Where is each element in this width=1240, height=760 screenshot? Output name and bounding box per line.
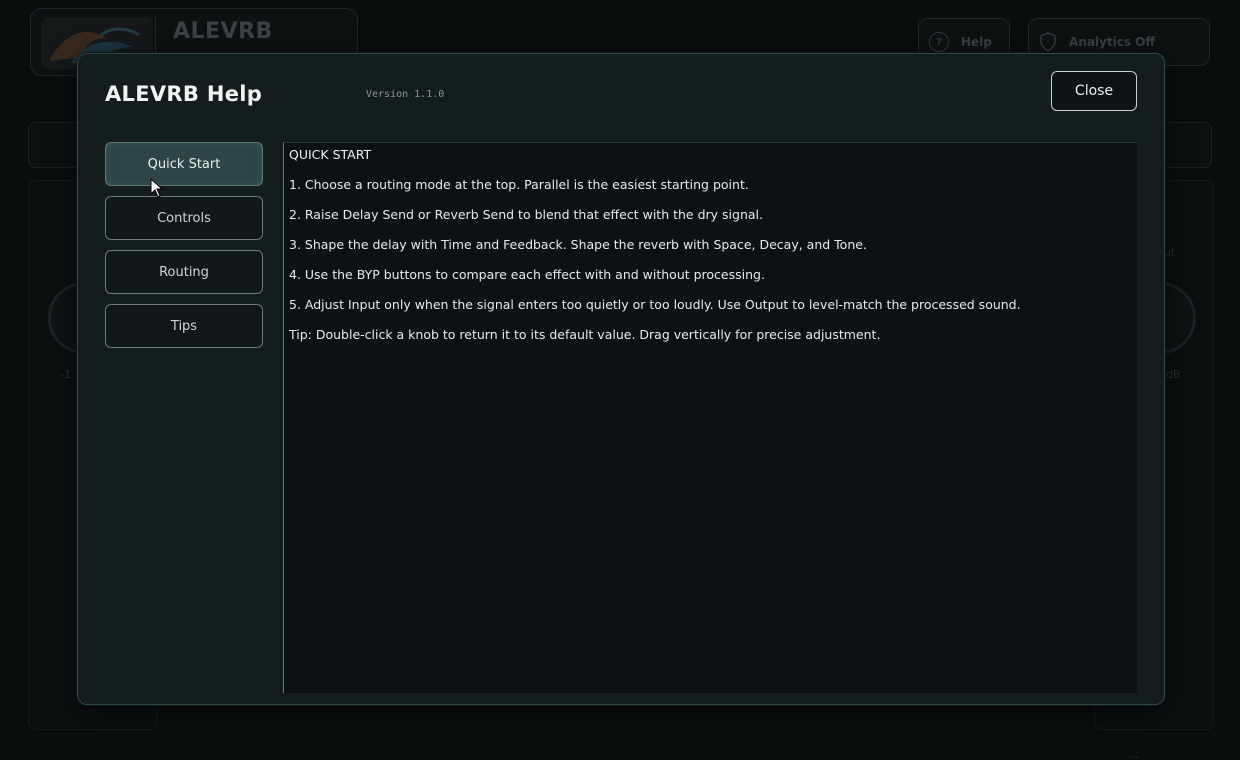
output-readout: dB (1166, 368, 1181, 381)
content-line: 3. Shape the delay with Time and Feedbac… (289, 237, 867, 252)
content-line: 1. Choose a routing mode at the top. Par… (289, 177, 749, 192)
dialog-title: ALEVRB Help (105, 82, 263, 106)
app-root: ALEVRB ? Help Analytics Off -1 dB ut ...… (0, 0, 1240, 760)
input-readout: -1 (60, 368, 71, 381)
help-content[interactable]: QUICK START 1. Choose a routing mode at … (283, 142, 1137, 693)
content-line: 2. Raise Delay Send or Reverb Send to bl… (289, 207, 763, 222)
nav-routing[interactable]: Routing (105, 250, 263, 294)
close-button[interactable]: Close (1051, 71, 1137, 111)
app-title: ALEVRB (173, 19, 273, 44)
content-heading: QUICK START (289, 147, 372, 162)
nav-controls[interactable]: Controls (105, 196, 263, 240)
question-circle-icon: ? (929, 32, 949, 52)
version-label: Version 1.1.0 (366, 89, 445, 100)
content-line: 5. Adjust Input only when the signal ent… (289, 297, 1021, 312)
content-line: 4. Use the BYP buttons to compare each e… (289, 267, 765, 282)
content-tip: Tip: Double-click a knob to return it to… (289, 327, 881, 342)
nav-tips[interactable]: Tips (105, 304, 263, 348)
mouse-cursor (150, 178, 164, 198)
help-label: Help (961, 35, 992, 49)
output-label: ut (1164, 246, 1176, 259)
help-dialog: ALEVRB Help Version 1.1.0 Close Quick St… (77, 53, 1165, 705)
shield-icon (1039, 32, 1057, 52)
nav-quick-start[interactable]: Quick Start (105, 142, 263, 186)
analytics-label: Analytics Off (1069, 35, 1156, 49)
footer-text: ... (1128, 748, 1139, 760)
